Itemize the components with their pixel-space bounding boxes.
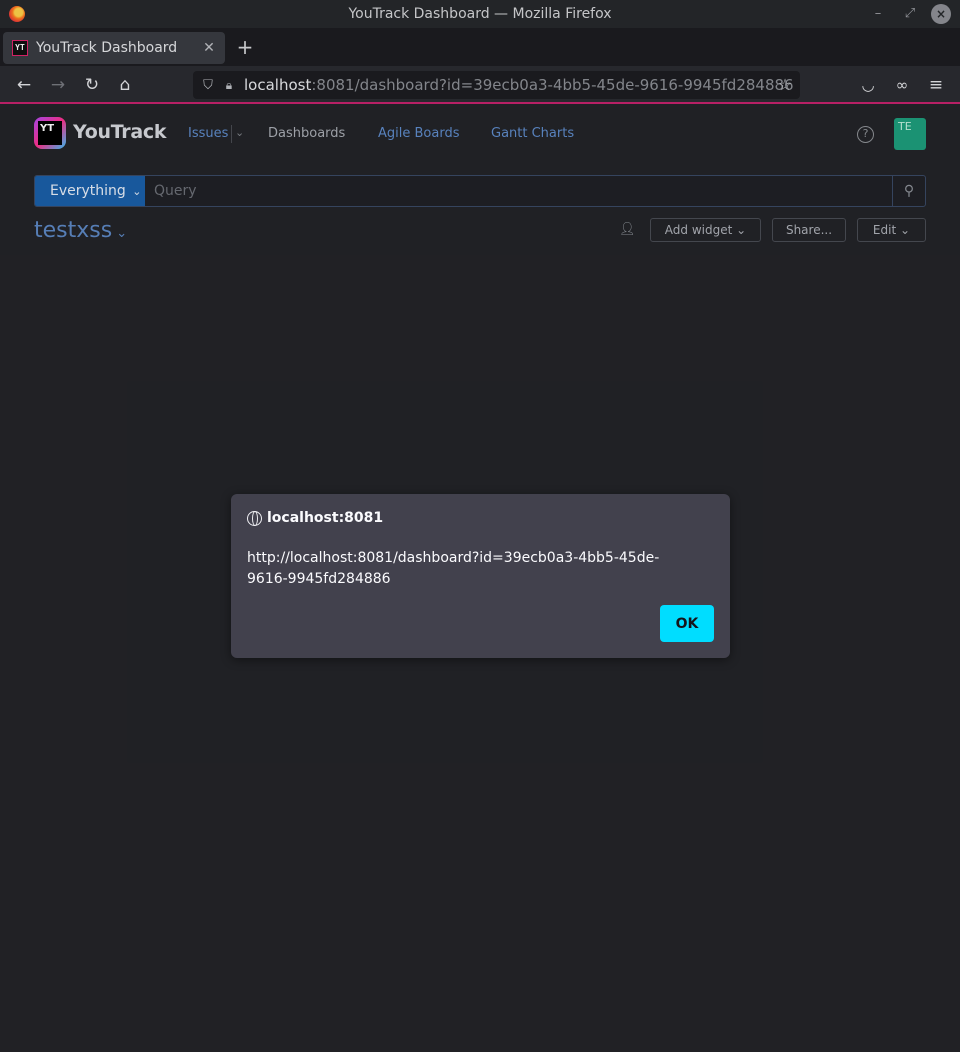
dialog-message: http://localhost:8081/dashboard?id=39ecb… [247, 550, 660, 587]
globe-icon [247, 511, 262, 526]
modal-overlay: localhost:8081 http://localhost:8081/das… [0, 0, 960, 1052]
alert-dialog: localhost:8081 http://localhost:8081/das… [231, 494, 730, 658]
dialog-origin: localhost:8081 [267, 510, 384, 526]
ok-button[interactable]: OK [660, 605, 714, 642]
